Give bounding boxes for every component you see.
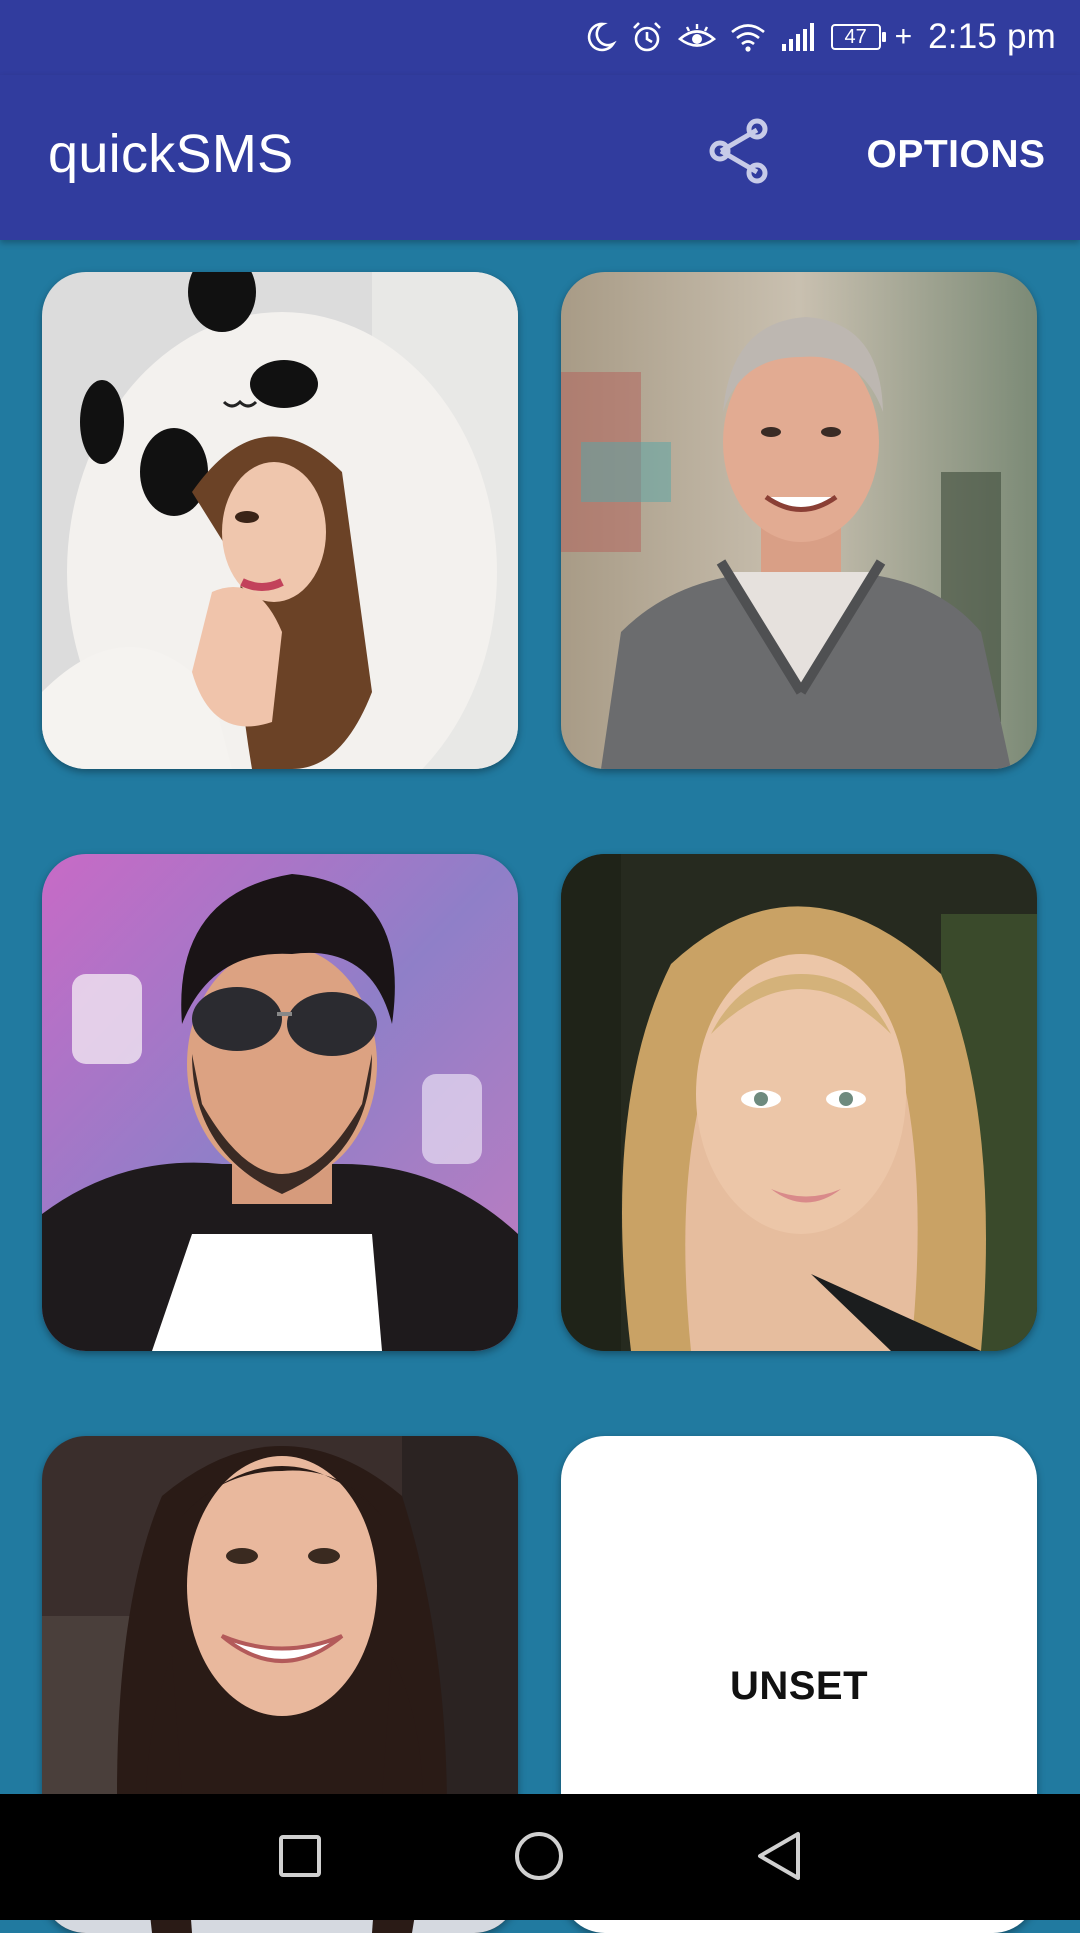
recents-square-icon bbox=[276, 1832, 324, 1885]
contact-card-2[interactable] bbox=[561, 272, 1037, 769]
status-icons: 47 + 2:15 pm bbox=[583, 14, 1056, 60]
back-triangle-icon bbox=[754, 1829, 804, 1888]
app-title: quickSMS bbox=[48, 124, 294, 184]
status-bar: 47 + 2:15 pm bbox=[0, 0, 1080, 75]
cellular-signal-icon bbox=[779, 20, 819, 54]
share-button[interactable] bbox=[700, 113, 780, 193]
wifi-icon bbox=[729, 20, 767, 54]
contact-photo-older-man-sweater bbox=[561, 272, 1037, 769]
status-time: 2:15 pm bbox=[928, 17, 1056, 56]
recents-button[interactable] bbox=[255, 1822, 345, 1894]
back-button[interactable] bbox=[734, 1822, 824, 1894]
app-bar: quickSMS OPTIONS bbox=[0, 75, 1080, 240]
contact-card-3[interactable] bbox=[42, 854, 518, 1351]
contact-card-4[interactable] bbox=[561, 854, 1037, 1351]
contact-photo-blonde-woman bbox=[561, 854, 1037, 1351]
battery-level: 47 bbox=[844, 26, 867, 48]
contact-photo-man-sunglasses bbox=[42, 854, 518, 1351]
home-button[interactable] bbox=[494, 1822, 584, 1894]
contact-photo-woman-panda-hood bbox=[42, 272, 518, 769]
options-button[interactable]: OPTIONS bbox=[850, 127, 1062, 183]
charging-indicator: + bbox=[894, 20, 913, 53]
alarm-icon bbox=[629, 19, 665, 55]
contact-card-1[interactable] bbox=[42, 272, 518, 769]
battery-icon: 47 bbox=[830, 24, 886, 50]
home-circle-icon bbox=[512, 1829, 566, 1888]
unset-label: UNSET bbox=[729, 1664, 869, 1708]
eye-comfort-icon bbox=[677, 20, 717, 54]
moon-icon bbox=[583, 20, 617, 54]
share-icon bbox=[703, 114, 777, 193]
navigation-bar bbox=[0, 1794, 1080, 1920]
